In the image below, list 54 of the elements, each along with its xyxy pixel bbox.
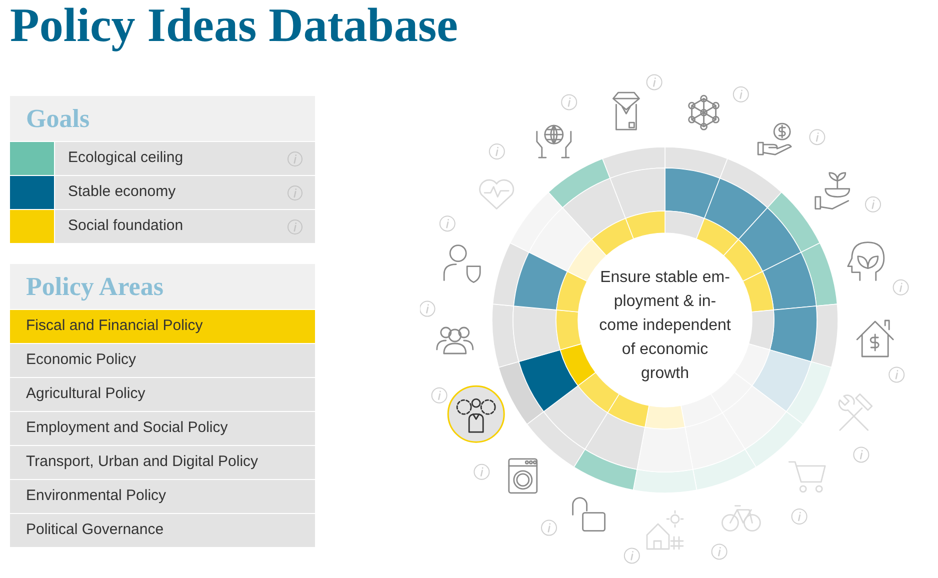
- info-icon[interactable]: [287, 150, 303, 166]
- goal-label: Stable economy: [67, 182, 176, 202]
- goal-label: Social foundation: [67, 216, 184, 236]
- house-dollar-icon[interactable]: [856, 320, 894, 358]
- info-icon[interactable]: [439, 216, 456, 232]
- info-icon[interactable]: [865, 196, 881, 212]
- washing-machine-icon[interactable]: [508, 458, 538, 494]
- goals-heading: Goals: [26, 104, 90, 133]
- globe-hands-icon[interactable]: [536, 124, 572, 158]
- bicycle-icon[interactable]: [722, 505, 761, 532]
- padlock-icon[interactable]: [572, 497, 606, 532]
- house-sun-icon[interactable]: [646, 510, 684, 550]
- info-icon[interactable]: [561, 94, 578, 110]
- gear-person-icon[interactable]: [447, 385, 505, 443]
- policy-area-item[interactable]: Environmental Policy: [10, 480, 315, 513]
- info-icon[interactable]: [791, 508, 808, 524]
- info-icon[interactable]: [646, 74, 662, 90]
- goal-description: Ensure stable em- ployment & in- come independent of economic growth: [598, 268, 732, 384]
- info-icon[interactable]: [888, 366, 905, 383]
- info-icon[interactable]: [541, 520, 557, 536]
- info-icon[interactable]: [420, 300, 436, 317]
- info-icon[interactable]: [853, 446, 870, 463]
- goal-row[interactable]: Ecological ceiling: [55, 142, 315, 175]
- page-title: Policy Ideas Database: [10, 0, 459, 54]
- head-leaf-icon[interactable]: [847, 242, 885, 281]
- heart-pulse-icon[interactable]: [479, 179, 514, 210]
- goal-row[interactable]: Stable economy: [55, 176, 315, 209]
- info-icon[interactable]: [809, 129, 826, 146]
- policy-area-item[interactable]: Employment and Social Policy: [10, 412, 315, 445]
- info-icon[interactable]: [474, 464, 490, 480]
- money-hand-icon[interactable]: [757, 122, 792, 156]
- info-icon[interactable]: [488, 144, 505, 160]
- info-icon[interactable]: [624, 548, 640, 564]
- tools-icon[interactable]: [838, 393, 873, 431]
- policy-area-item[interactable]: Economic Policy: [10, 344, 315, 377]
- cart-icon[interactable]: [788, 461, 826, 493]
- info-icon[interactable]: [711, 544, 728, 560]
- info-icon[interactable]: [287, 184, 303, 200]
- policy-areas-heading: Policy Areas: [26, 272, 164, 301]
- info-icon[interactable]: [732, 86, 749, 102]
- policy-area-item[interactable]: Fiscal and Financial Policy: [10, 310, 315, 343]
- diamond-icon[interactable]: [612, 92, 640, 130]
- info-icon[interactable]: [431, 387, 448, 404]
- policy-area-item[interactable]: Political Governance: [10, 514, 315, 547]
- policy-area-item[interactable]: Transport, Urban and Digital Policy: [10, 446, 315, 479]
- person-shield-icon[interactable]: [443, 244, 481, 283]
- molecule-icon[interactable]: [688, 94, 720, 130]
- policy-area-item[interactable]: Agricultural Policy: [10, 378, 315, 411]
- people-icon[interactable]: [436, 326, 474, 354]
- goal-label: Ecological ceiling: [67, 148, 184, 168]
- goal-row[interactable]: Social foundation: [55, 210, 315, 243]
- plant-hand-icon[interactable]: [814, 172, 850, 210]
- info-icon[interactable]: [892, 279, 909, 296]
- info-icon[interactable]: [287, 218, 303, 234]
